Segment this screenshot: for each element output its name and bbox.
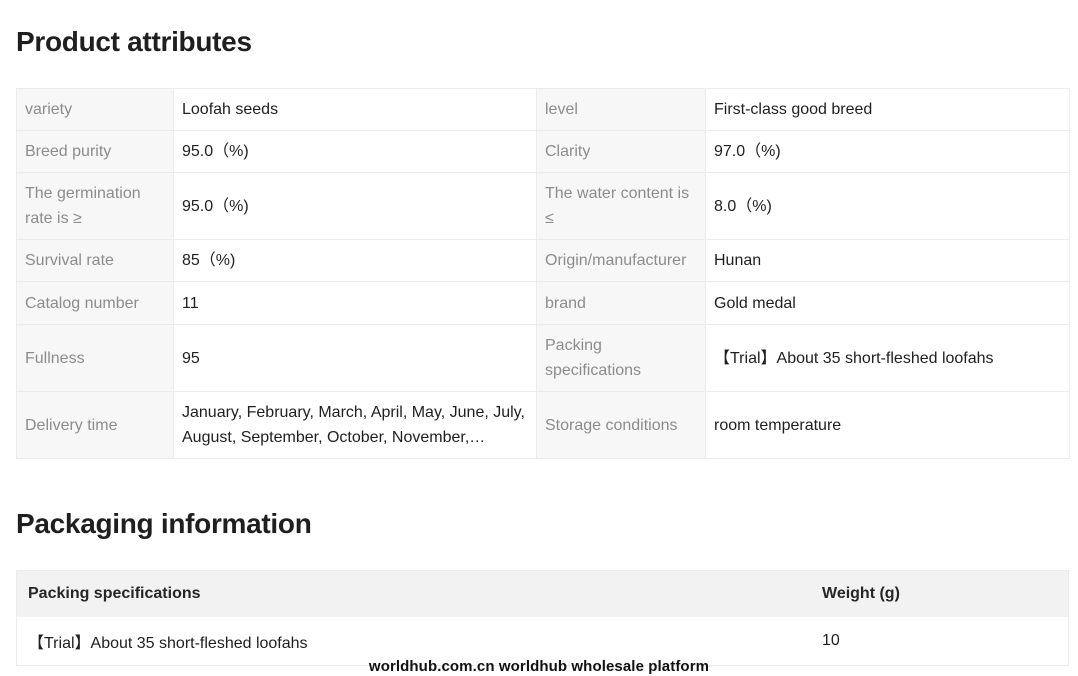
packaging-table-header: Packing specifications Weight (g) <box>17 571 1068 617</box>
watermark-text: worldhub.com.cn worldhub wholesale platf… <box>368 658 710 675</box>
page: Product attributes variety Loofah seeds … <box>0 0 1078 676</box>
attr-value: 8.0（%) <box>705 172 1070 240</box>
attr-value: 85（%) <box>173 239 537 282</box>
packaging-information-title: Packaging information <box>16 508 312 539</box>
attr-key: Packing specifications <box>536 324 706 392</box>
attr-key: Catalog number <box>16 281 174 325</box>
table-row: The germination rate is ≥ 95.0（%) The wa… <box>16 172 1070 240</box>
product-attributes-title: Product attributes <box>16 26 252 57</box>
attr-key: Storage conditions <box>536 391 706 459</box>
attr-value: room temperature <box>705 391 1070 459</box>
table-row: Catalog number 11 brand Gold medal <box>16 281 1070 325</box>
attr-key: The water content is ≤ <box>536 172 706 240</box>
table-row: variety Loofah seeds level First-class g… <box>16 88 1070 131</box>
attr-value: 【Trial】About 35 short-fleshed loofahs <box>705 324 1070 392</box>
attr-key: variety <box>16 88 174 131</box>
attr-key: Origin/manufacturer <box>536 239 706 282</box>
attr-value: Gold medal <box>705 281 1070 325</box>
table-row: Survival rate 85（%) Origin/manufacturer … <box>16 239 1070 282</box>
header-weight: Weight (g) <box>822 585 900 602</box>
attr-key: The germination rate is ≥ <box>16 172 174 240</box>
attr-value: Hunan <box>705 239 1070 282</box>
attributes-table: variety Loofah seeds level First-class g… <box>16 88 1070 459</box>
table-row: Delivery time January, February, March, … <box>16 391 1070 459</box>
attr-value: 95.0（%) <box>173 172 537 240</box>
attr-value: 11 <box>173 281 537 325</box>
header-packing-specifications: Packing specifications <box>28 585 201 602</box>
attr-key: level <box>536 88 706 131</box>
attr-value: First-class good breed <box>705 88 1070 131</box>
packaging-table: Packing specifications Weight (g) 【Trial… <box>16 570 1069 666</box>
attr-value: 95 <box>173 324 537 392</box>
packing-spec-value: 【Trial】About 35 short-fleshed loofahs <box>28 635 308 652</box>
attr-key: Clarity <box>536 130 706 173</box>
attr-value: 95.0（%) <box>173 130 537 173</box>
table-row: Breed purity 95.0（%) Clarity 97.0（%) <box>16 130 1070 173</box>
attr-key: Delivery time <box>16 391 174 459</box>
attr-value: Loofah seeds <box>173 88 537 131</box>
attr-key: Breed purity <box>16 130 174 173</box>
attr-value-cell: January, February, March, April, May, Ju… <box>173 391 537 459</box>
table-row: Fullness 95 Packing specifications 【Tria… <box>16 324 1070 392</box>
attr-key: Survival rate <box>16 239 174 282</box>
attr-value: January, February, March, April, May, Ju… <box>182 404 525 446</box>
attr-key: Fullness <box>16 324 174 392</box>
attr-value: 97.0（%) <box>705 130 1070 173</box>
attr-key: brand <box>536 281 706 325</box>
weight-value: 10 <box>822 632 840 649</box>
